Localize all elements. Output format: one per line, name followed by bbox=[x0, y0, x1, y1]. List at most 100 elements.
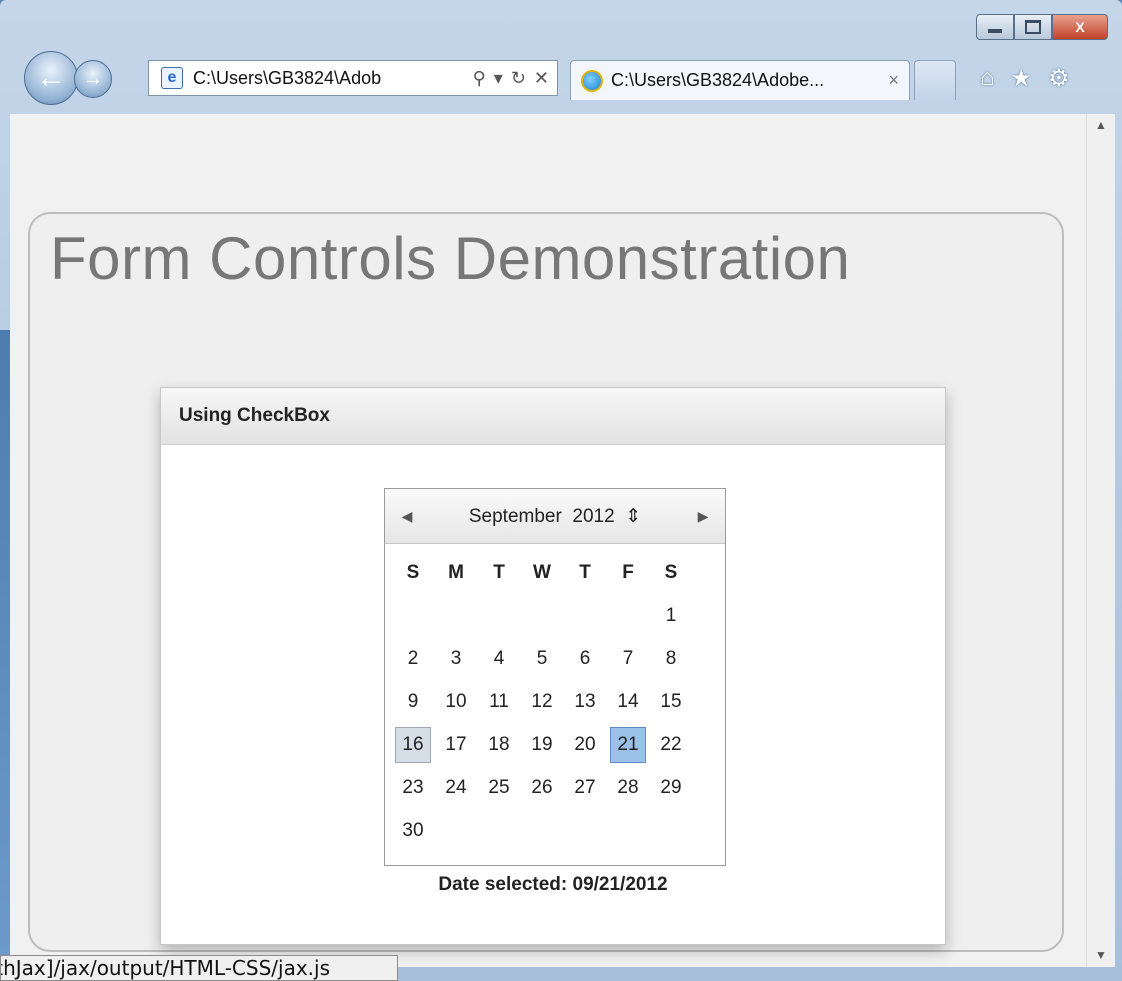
browser-tools: ⌂ ★ ⚙ bbox=[980, 64, 1070, 93]
calendar-day-22[interactable]: 22 bbox=[653, 727, 689, 763]
calendar-day-7[interactable]: 7 bbox=[610, 641, 646, 677]
forward-button[interactable]: → bbox=[74, 60, 112, 98]
calendar-empty-cell bbox=[438, 813, 474, 849]
address-tools: ⚲ ▾ ↻ ✕ bbox=[473, 68, 557, 89]
calendar-day-28[interactable]: 28 bbox=[610, 770, 646, 806]
navigation-buttons: ← → bbox=[24, 48, 144, 108]
calendar-grid: S M T W T F S 1 2 3 4 5 6 7 8 9 10 11 12 13 14 15 16 17 18 19 20 21… bbox=[395, 551, 715, 852]
minimize-icon bbox=[988, 29, 1002, 33]
calendar-day-27[interactable]: 27 bbox=[567, 770, 603, 806]
calendar-day-24[interactable]: 24 bbox=[438, 770, 474, 806]
calendar-day-13[interactable]: 13 bbox=[567, 684, 603, 720]
calendar-week-row: 23 24 25 26 27 28 29 bbox=[395, 766, 715, 809]
calendar-empty-cell bbox=[524, 598, 560, 634]
back-button[interactable]: ← bbox=[24, 51, 78, 105]
status-bar: athJax]/jax/output/HTML-CSS/jax.js bbox=[0, 955, 398, 981]
calendar-day-8[interactable]: 8 bbox=[653, 641, 689, 677]
weekday-label: S bbox=[406, 561, 420, 583]
calendar-day-4[interactable]: 4 bbox=[481, 641, 517, 677]
calendar-day-15[interactable]: 15 bbox=[653, 684, 689, 720]
calendar-empty-cell bbox=[524, 813, 560, 849]
status-text: athJax]/jax/output/HTML-CSS/jax.js bbox=[0, 956, 330, 980]
tab-close-icon[interactable]: × bbox=[888, 70, 909, 91]
calendar-day-19[interactable]: 19 bbox=[524, 727, 560, 763]
calendar-day-6[interactable]: 6 bbox=[567, 641, 603, 677]
weekday-label: S bbox=[664, 561, 678, 583]
new-tab-button[interactable] bbox=[914, 60, 956, 100]
calendar-week-row: 16 17 18 19 20 21 22 bbox=[395, 723, 715, 766]
calendar-empty-cell bbox=[653, 813, 689, 849]
calendar-empty-cell bbox=[610, 813, 646, 849]
calendar-week-row: 1 bbox=[395, 594, 715, 637]
month-label: September bbox=[468, 505, 562, 527]
calendar-day-5[interactable]: 5 bbox=[524, 641, 560, 677]
calendar-day-30[interactable]: 30 bbox=[395, 813, 431, 849]
calendar-day-26[interactable]: 26 bbox=[524, 770, 560, 806]
scroll-up-icon[interactable]: ▲ bbox=[1087, 118, 1115, 132]
favorites-star-icon[interactable]: ★ bbox=[1011, 64, 1033, 93]
calendar-day-10[interactable]: 10 bbox=[438, 684, 474, 720]
calendar-day-16[interactable]: 16 bbox=[395, 726, 431, 763]
stop-icon[interactable]: ✕ bbox=[534, 68, 549, 89]
weekday-header-row: SMTWTFS bbox=[395, 551, 715, 594]
month-year-selector[interactable]: September 2012 ⇕ bbox=[429, 505, 681, 528]
calendar-day-21[interactable]: 21 bbox=[610, 726, 646, 763]
search-icon[interactable]: ⚲ bbox=[473, 68, 486, 89]
browser-window: X ← → e C:\Users\GB3824\Adob ⚲ ▾ ↻ ✕ C:\… bbox=[0, 0, 1122, 981]
card-title: Using CheckBox bbox=[161, 388, 945, 445]
calendar-week-row: 2345678 bbox=[395, 637, 715, 680]
calendar-day-20[interactable]: 20 bbox=[567, 727, 603, 763]
calendar-day-3[interactable]: 3 bbox=[438, 641, 474, 677]
calendar-day-1[interactable]: 1 bbox=[653, 598, 689, 634]
calendar-header: ◀ September 2012 ⇕ ▶ bbox=[385, 489, 725, 544]
tab-active[interactable]: C:\Users\GB3824\Adobe... × bbox=[570, 60, 910, 100]
tools-gear-icon[interactable]: ⚙ bbox=[1048, 64, 1070, 93]
calendar-empty-cell bbox=[395, 598, 431, 634]
scroll-down-icon[interactable]: ▼ bbox=[1087, 948, 1115, 962]
calendar-day-18[interactable]: 18 bbox=[481, 727, 517, 763]
ie-icon bbox=[581, 69, 603, 92]
calendar-day-2[interactable]: 2 bbox=[395, 641, 431, 677]
close-button[interactable]: X bbox=[1052, 14, 1108, 40]
weekday-label: T bbox=[579, 561, 591, 583]
date-picker: ◀ September 2012 ⇕ ▶ S M T W T F S 1 2 3 4 5 6 7 8 9 10 1… bbox=[384, 488, 726, 866]
year-spinner-icon[interactable]: ⇕ bbox=[625, 506, 641, 527]
calendar-empty-cell bbox=[438, 598, 474, 634]
next-month-icon[interactable]: ▶ bbox=[681, 508, 725, 525]
address-bar[interactable]: e C:\Users\GB3824\Adob ⚲ ▾ ↻ ✕ bbox=[148, 60, 558, 96]
calendar-day-23[interactable]: 23 bbox=[395, 770, 431, 806]
calendar-day-29[interactable]: 29 bbox=[653, 770, 689, 806]
calendar-day-11[interactable]: 11 bbox=[481, 684, 517, 720]
window-frame-edge bbox=[0, 330, 10, 981]
maximize-icon bbox=[1025, 20, 1041, 34]
vertical-scrollbar[interactable]: ▲ ▼ bbox=[1086, 114, 1115, 967]
calendar-week-row: 9 10 11 12 13 14 15 bbox=[395, 680, 715, 723]
weekday-label: M bbox=[448, 561, 464, 583]
back-arrow-icon: ← bbox=[36, 61, 66, 94]
forward-arrow-icon: → bbox=[83, 67, 103, 90]
prev-month-icon[interactable]: ◀ bbox=[385, 508, 429, 525]
address-text[interactable]: C:\Users\GB3824\Adob bbox=[193, 68, 473, 89]
home-icon[interactable]: ⌂ bbox=[980, 64, 995, 93]
minimize-button[interactable] bbox=[976, 14, 1014, 40]
calendar-day-25[interactable]: 25 bbox=[481, 770, 517, 806]
year-label: 2012 bbox=[572, 505, 615, 527]
calendar-empty-cell bbox=[567, 813, 603, 849]
calendar-day-9[interactable]: 9 bbox=[395, 684, 431, 720]
caption-buttons: X bbox=[976, 14, 1108, 40]
weekday-label: F bbox=[622, 561, 634, 583]
calendar-day-17[interactable]: 17 bbox=[438, 727, 474, 763]
dropdown-icon[interactable]: ▾ bbox=[494, 68, 503, 89]
calendar-day-14[interactable]: 14 bbox=[610, 684, 646, 720]
calendar-week-row: 30 bbox=[395, 809, 715, 852]
refresh-icon[interactable]: ↻ bbox=[511, 68, 526, 89]
calendar-empty-cell bbox=[567, 598, 603, 634]
tab-title: C:\Users\GB3824\Adobe... bbox=[611, 70, 825, 90]
checkbox-card: Using CheckBox ◀ September 2012 ⇕ ▶ SMTW… bbox=[160, 387, 946, 945]
calendar-day-12[interactable]: 12 bbox=[524, 684, 560, 720]
page-title: Form Controls Demonstration bbox=[50, 225, 851, 292]
calendar-empty-cell bbox=[481, 813, 517, 849]
weekday-label: W bbox=[533, 561, 551, 583]
maximize-button[interactable] bbox=[1014, 14, 1052, 40]
close-icon: X bbox=[1075, 19, 1085, 35]
